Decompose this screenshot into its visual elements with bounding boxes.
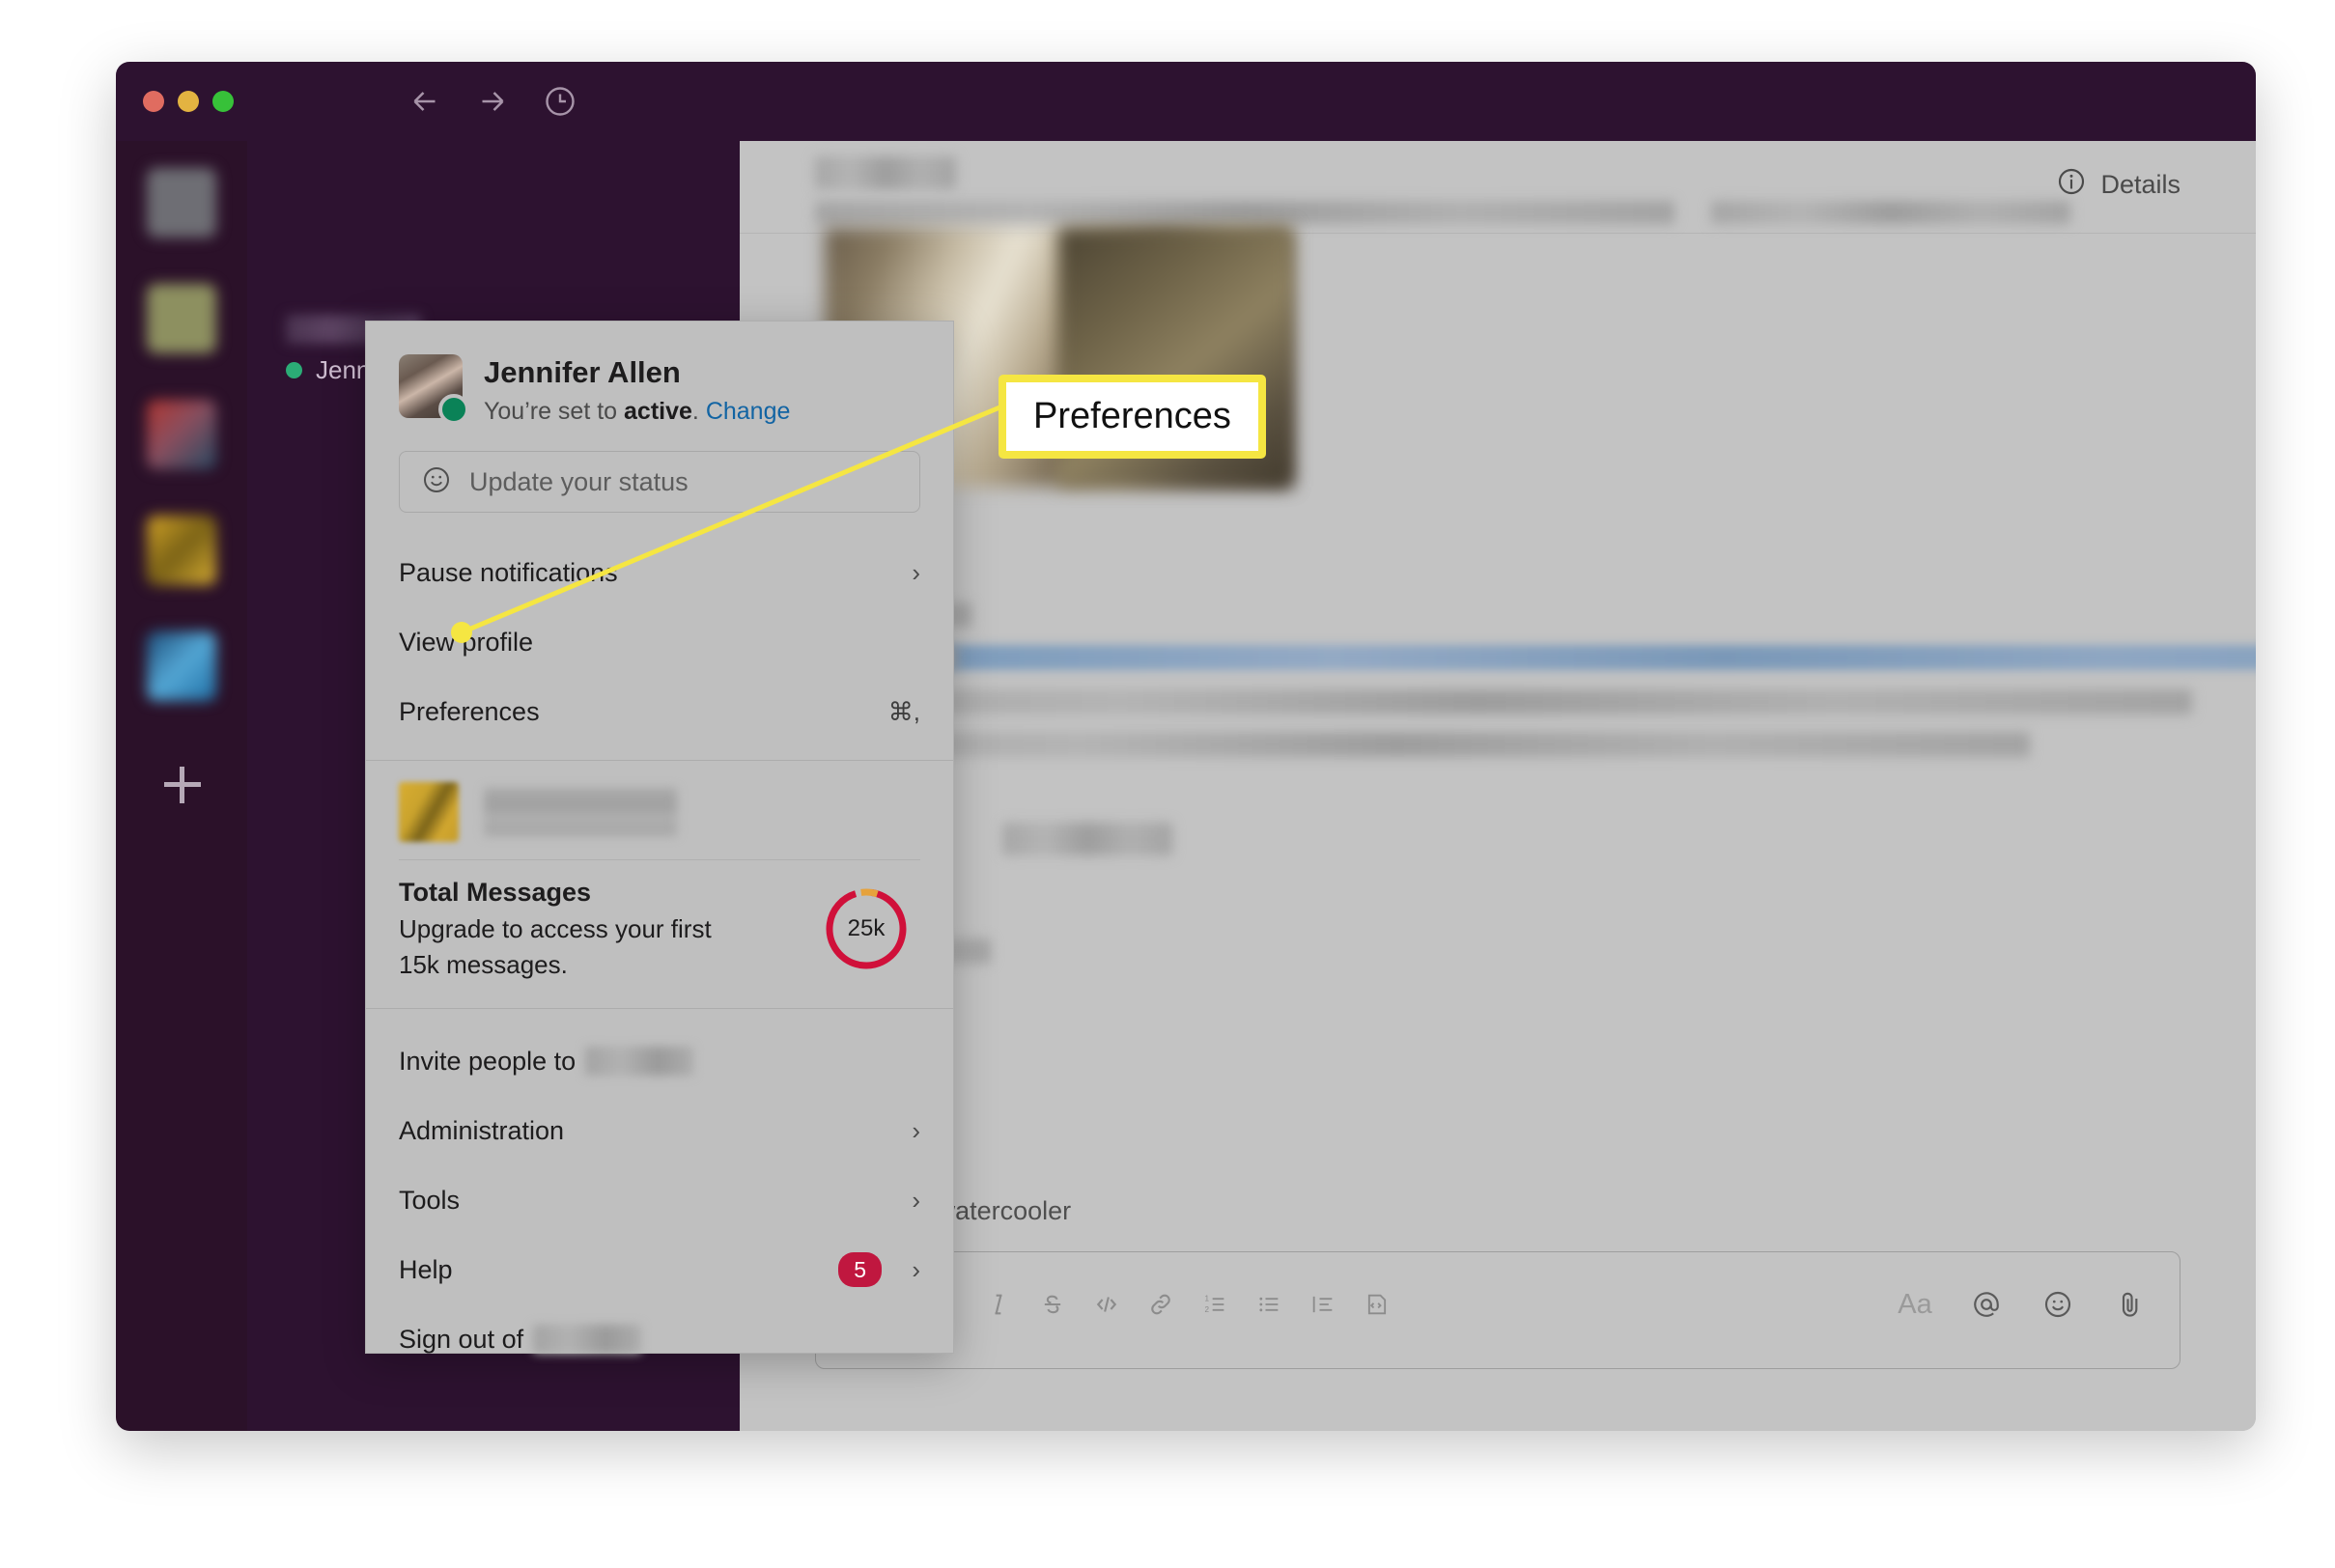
- window-controls: [143, 91, 234, 112]
- formatting-aa-label: Aa: [1898, 1288, 1932, 1320]
- mention-icon[interactable]: [1959, 1277, 2013, 1331]
- info-circle-icon: [2056, 166, 2087, 204]
- formatting-aa-icon[interactable]: Aa: [1888, 1277, 1942, 1331]
- add-workspace-button[interactable]: [164, 767, 201, 803]
- workspace-switcher-item[interactable]: [147, 631, 216, 701]
- menu-item-label: Administration: [399, 1115, 565, 1145]
- chevron-right-icon: ›: [912, 1115, 920, 1145]
- workspace-rail: [116, 141, 247, 1431]
- strikethrough-icon[interactable]: [1026, 1277, 1080, 1331]
- messages-usage-donut: 25k: [822, 884, 911, 973]
- arrow-right-icon[interactable]: [473, 82, 512, 121]
- workspace-switcher-item[interactable]: [147, 168, 216, 238]
- menu-item-label: Invite people to: [399, 1046, 577, 1076]
- composer-action-toolbar: Aa: [1888, 1277, 2156, 1331]
- profile-status: You’re set to active. Change: [484, 398, 790, 426]
- menu-item-help[interactable]: Help 5 ›: [366, 1235, 953, 1304]
- menu-item-tools[interactable]: Tools ›: [366, 1165, 953, 1235]
- workspace-switcher-item[interactable]: [147, 284, 216, 353]
- ordered-list-icon[interactable]: 1 2: [1188, 1277, 1242, 1331]
- total-messages-section: Total Messages Upgrade to access your fi…: [366, 761, 953, 1008]
- svg-text:1: 1: [1205, 1295, 1210, 1303]
- blockquote-icon[interactable]: [1296, 1277, 1350, 1331]
- change-status-link[interactable]: Change: [706, 398, 791, 425]
- menu-item-label: View profile: [399, 627, 534, 657]
- minimize-window-button[interactable]: [178, 91, 199, 112]
- section-divider: [399, 859, 920, 861]
- profile-name: Jennifer Allen: [484, 355, 681, 389]
- details-label: Details: [2100, 170, 2180, 199]
- chevron-right-icon: ›: [912, 1254, 920, 1284]
- emoji-icon[interactable]: [2031, 1277, 2085, 1331]
- chevron-right-icon: ›: [912, 1185, 920, 1215]
- window-titlebar: Search See what's new: [116, 62, 2256, 197]
- profile-status-value: active: [624, 398, 692, 426]
- details-button[interactable]: Details: [2056, 166, 2180, 204]
- menu-item-view-profile[interactable]: View profile: [366, 607, 953, 677]
- workspace-name-redacted: [533, 1325, 642, 1354]
- channel-topic-redacted: [815, 201, 1674, 224]
- code-icon[interactable]: [1080, 1277, 1134, 1331]
- smiley-icon: [421, 464, 452, 500]
- arrow-left-icon[interactable]: [406, 82, 444, 121]
- message-text-redacted-2: [763, 689, 2192, 714]
- menu-item-label: Pause notifications: [399, 557, 618, 587]
- workspace-icon: [399, 782, 459, 843]
- menu-item-label: Preferences: [399, 696, 540, 726]
- menu-item-pause-notifications[interactable]: Pause notifications ›: [366, 538, 953, 607]
- close-window-button[interactable]: [143, 91, 164, 112]
- slack-app-window: Search See what's new: [116, 62, 2256, 1431]
- menu-item-administration[interactable]: Administration ›: [366, 1096, 953, 1165]
- menu-item-sign-out[interactable]: Sign out of: [366, 1304, 953, 1374]
- menu-item-label: Sign out of: [399, 1324, 524, 1354]
- message-link-redacted[interactable]: [944, 645, 2256, 670]
- avatar[interactable]: [399, 354, 469, 425]
- update-status-input[interactable]: Update your status: [399, 451, 920, 514]
- channel-header: Details: [740, 141, 2256, 234]
- navigation-controls: [406, 82, 579, 121]
- menu-item-label: Tools: [399, 1185, 461, 1215]
- channel-topic-redacted-2: [1711, 201, 2070, 224]
- update-status-placeholder: Update your status: [469, 466, 689, 496]
- menu-item-preferences[interactable]: Preferences ⌘,: [366, 677, 953, 746]
- link-icon[interactable]: [1134, 1277, 1188, 1331]
- workspace-name-redacted: [484, 788, 677, 837]
- clock-icon[interactable]: [541, 82, 579, 121]
- workspace-switcher-item[interactable]: [147, 400, 216, 469]
- messages-usage-value: 25k: [847, 915, 886, 942]
- svg-text:2: 2: [1205, 1305, 1210, 1314]
- maximize-window-button[interactable]: [212, 91, 234, 112]
- bulleted-list-icon[interactable]: [1242, 1277, 1296, 1331]
- menu-item-shortcut: ⌘,: [887, 696, 920, 726]
- workspace-name-redacted: [585, 1047, 694, 1076]
- menu-item-invite-people[interactable]: Invite people to: [366, 1026, 953, 1096]
- presence-dot-icon: [286, 362, 302, 378]
- code-block-icon[interactable]: [1350, 1277, 1404, 1331]
- profile-status-suffix: .: [691, 398, 699, 426]
- profile-header: Jennifer Allen You’re set to active. Cha…: [366, 322, 953, 447]
- attachment-icon[interactable]: [2102, 1277, 2156, 1331]
- workspace-switcher-item[interactable]: [147, 516, 216, 585]
- message-divider-redacted: [1002, 823, 1172, 855]
- profile-dropdown-menu: Jennifer Allen You’re set to active. Cha…: [365, 321, 954, 1354]
- italic-icon[interactable]: [971, 1277, 1026, 1331]
- message-pane: Details ssage #watercooler 1 2 Aa: [740, 141, 2256, 1431]
- annotation-callout-preferences: Preferences: [999, 375, 1266, 459]
- help-badge-count: 5: [838, 1251, 882, 1288]
- message-composer[interactable]: ssage #watercooler 1 2 Aa: [815, 1196, 2180, 1369]
- profile-status-prefix: You’re set to: [484, 398, 625, 426]
- screenshot-root: Search See what's new: [0, 0, 2335, 1568]
- workspace-row[interactable]: [399, 782, 920, 850]
- menu-item-label: Help: [399, 1254, 453, 1284]
- annotation-callout-label: Preferences: [1033, 396, 1231, 436]
- chevron-right-icon: ›: [912, 557, 920, 587]
- channel-name-redacted: [815, 156, 956, 189]
- total-messages-description: Upgrade to access your first 15k message…: [399, 914, 712, 980]
